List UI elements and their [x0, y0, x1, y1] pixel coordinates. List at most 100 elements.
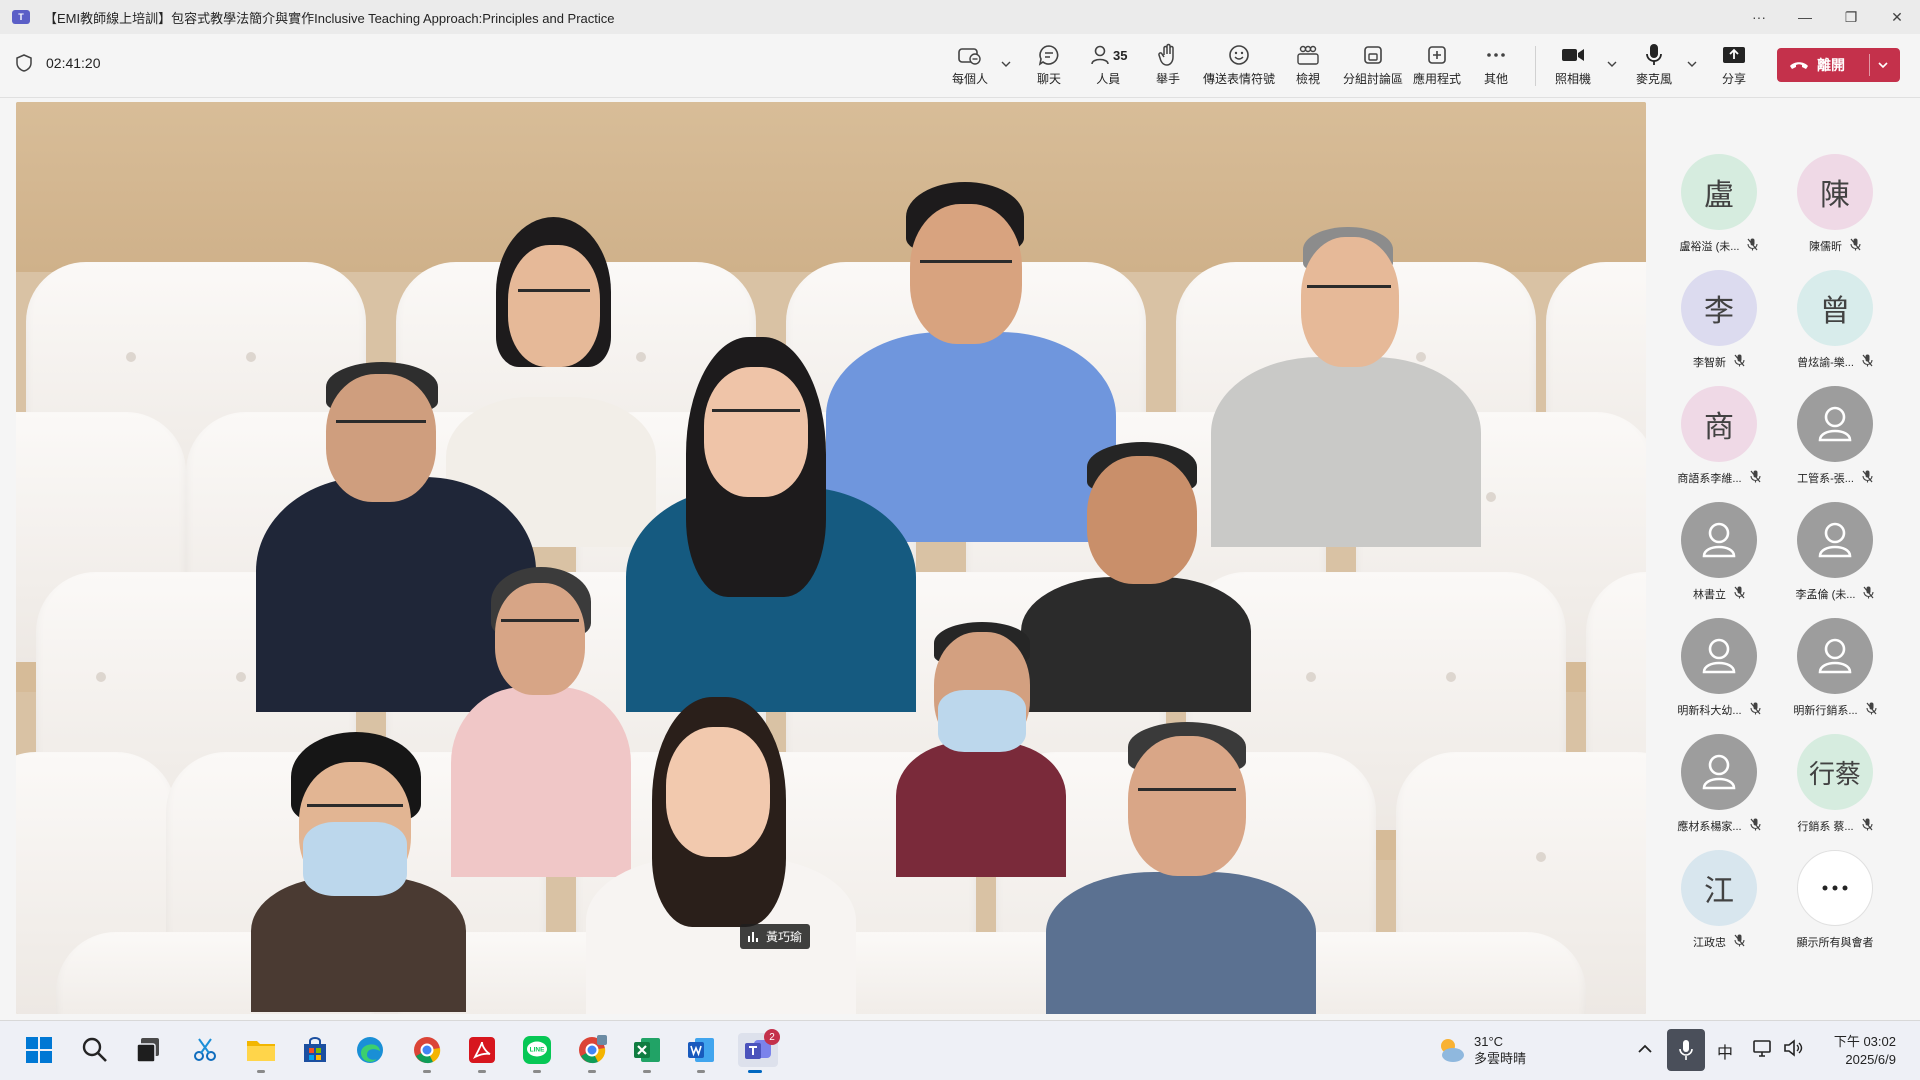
participant-tile[interactable]: 行蔡 行銷系 蔡... [1780, 734, 1890, 844]
breakout-rooms-button[interactable]: 分組討論區 [1343, 42, 1403, 87]
participant-tile[interactable]: 林書立 [1664, 502, 1774, 612]
ellipsis-icon [1797, 850, 1873, 926]
participant-tile[interactable]: 應材系楊家... [1664, 734, 1774, 844]
participant-tile[interactable]: 顯示所有與會者 [1780, 850, 1890, 960]
minimize-icon[interactable]: — [1782, 0, 1828, 34]
hang-up-icon [1790, 62, 1808, 69]
acrobat-icon[interactable] [465, 1033, 499, 1073]
mic-muted-icon [1750, 470, 1761, 486]
participant-name: 曾炫諭-樂... [1797, 357, 1854, 369]
participant-avatar: 曾 [1797, 270, 1873, 346]
view-button[interactable]: 檢視 [1296, 42, 1320, 87]
speaker-name-tag: 黃巧瑜 [740, 924, 811, 949]
partly-cloudy-icon [1441, 1039, 1464, 1062]
share-icon [1723, 47, 1745, 63]
participant-tile[interactable]: 李李智新 [1664, 270, 1774, 380]
chat-icon [1038, 45, 1059, 66]
mic-muted-icon [1863, 586, 1874, 602]
mic-muted-icon [1862, 354, 1873, 370]
start-icon[interactable] [22, 1033, 56, 1067]
close-icon[interactable]: ✕ [1874, 0, 1920, 34]
share-button[interactable]: 分享 [1722, 42, 1746, 87]
network-icon[interactable] [1752, 1037, 1774, 1059]
excel-icon[interactable] [630, 1033, 664, 1073]
participant-tile[interactable]: 江江政忠 [1664, 850, 1774, 960]
participant-tile[interactable]: 盧盧裕溢 (未... [1664, 154, 1774, 264]
chat-button[interactable]: 聊天 [1037, 42, 1061, 87]
participant-name: 李智新 [1693, 357, 1726, 369]
people-count: 35 [1113, 47, 1128, 63]
store-icon[interactable] [298, 1033, 332, 1067]
show-hidden-icons-chevron-icon[interactable] [1637, 1043, 1653, 1055]
chrome-profile-icon[interactable] [575, 1033, 609, 1073]
video-participant [896, 622, 1066, 877]
file-explorer-icon[interactable] [244, 1033, 278, 1073]
participant-roster: 盧盧裕溢 (未... 陳陳儒昕李李智新曾曾炫諭-樂... 商商語系李維... 工管系-… [1648, 98, 1920, 1018]
mic-muted-icon [1862, 470, 1873, 486]
participant-avatar: 商 [1681, 386, 1757, 462]
voice-input-button[interactable] [1667, 1029, 1705, 1071]
raise-hand-button[interactable]: 舉手 [1156, 42, 1180, 87]
ellipsis-icon [1487, 53, 1505, 57]
people-button[interactable]: 35 人員 [1089, 42, 1127, 87]
system-clock[interactable]: 下午 03:02 2025/6/9 [1826, 1033, 1896, 1069]
leave-button[interactable]: 離開 [1777, 48, 1900, 82]
view-everyone-button[interactable]: 每個人 [952, 42, 988, 87]
mic-muted-icon [1750, 818, 1761, 834]
microphone-tray-icon [1679, 1040, 1693, 1060]
participant-tile[interactable]: 曾曾炫諭-樂... [1780, 270, 1890, 380]
participant-name: 明新科大幼... [1677, 705, 1742, 717]
mic-muted-icon [1734, 586, 1745, 602]
participant-name: 盧裕溢 (未... [1679, 241, 1740, 253]
toolbar-divider [1535, 46, 1536, 86]
volume-icon[interactable] [1783, 1037, 1805, 1059]
task-view-icon[interactable] [132, 1033, 166, 1067]
participant-name: 江政忠 [1693, 937, 1726, 949]
leave-options-chevron-icon[interactable] [1877, 59, 1889, 71]
participant-tile[interactable]: 李孟倫 (未... [1780, 502, 1890, 612]
people-icon [1091, 45, 1109, 65]
participant-avatar: 李 [1681, 270, 1757, 346]
participant-tile[interactable]: 陳陳儒昕 [1780, 154, 1890, 264]
notification-badge: 2 [764, 1029, 780, 1045]
person-icon [1797, 386, 1873, 462]
chevron-down-icon[interactable] [1000, 58, 1012, 70]
teams-icon[interactable]: 2 [738, 1029, 780, 1073]
person-icon [1797, 618, 1873, 694]
apps-button[interactable]: 應用程式 [1413, 42, 1461, 87]
chrome-icon[interactable] [410, 1033, 444, 1073]
more-button[interactable]: 其他 [1484, 42, 1508, 87]
search-icon[interactable] [78, 1033, 112, 1067]
video-participant [586, 697, 856, 1014]
more-icon[interactable]: ··· [1736, 0, 1782, 34]
person-icon [1681, 734, 1757, 810]
participant-name: 顯示所有與會者 [1796, 937, 1874, 949]
word-icon[interactable] [684, 1033, 718, 1073]
mic-muted-icon [1734, 934, 1745, 950]
line-icon[interactable]: LINE [520, 1033, 554, 1073]
mic-muted-icon [1734, 354, 1745, 370]
add-app-icon [1428, 46, 1446, 64]
participant-name: 應材系楊家... [1677, 821, 1742, 833]
hand-icon [1158, 43, 1174, 66]
participant-tile[interactable]: 明新行銷系... [1780, 618, 1890, 728]
camera-button[interactable]: 照相機 [1555, 42, 1591, 87]
edge-icon[interactable] [353, 1033, 387, 1067]
participant-tile[interactable]: 明新科大幼... [1664, 618, 1774, 728]
microphone-button[interactable]: 麥克風 [1636, 42, 1672, 87]
mic-options-chevron-icon[interactable] [1686, 58, 1698, 70]
ime-indicator[interactable]: 中 [1717, 1039, 1733, 1063]
participant-avatar: 行蔡 [1797, 734, 1873, 810]
participant-name: 商語系李維... [1677, 473, 1742, 485]
react-button[interactable]: 傳送表情符號 [1203, 42, 1275, 87]
weather-widget[interactable]: 31°C 多雲時晴 [1436, 1033, 1526, 1067]
restore-icon[interactable]: ❐ [1828, 0, 1874, 34]
snipping-tool-icon[interactable] [188, 1033, 222, 1067]
participant-tile[interactable]: 工管系-張... [1780, 386, 1890, 496]
video-camera-icon [1562, 49, 1584, 61]
camera-options-chevron-icon[interactable] [1606, 58, 1618, 70]
participant-tile[interactable]: 商商語系李維... [1664, 386, 1774, 496]
person-icon [1681, 618, 1757, 694]
mic-muted-icon [1850, 238, 1861, 254]
mic-muted-icon [1862, 818, 1873, 834]
